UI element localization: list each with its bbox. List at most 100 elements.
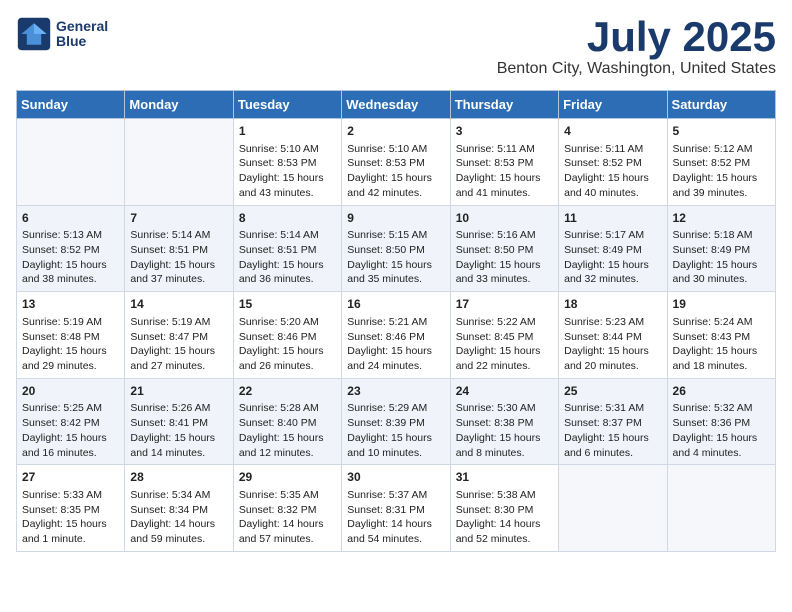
sunset-text: Sunset: 8:38 PM [456, 417, 534, 429]
daylight-text: Daylight: 14 hours and 57 minutes. [239, 518, 324, 545]
sunrise-text: Sunrise: 5:12 AM [673, 143, 753, 155]
sunrise-text: Sunrise: 5:32 AM [673, 402, 753, 414]
sunset-text: Sunset: 8:53 PM [239, 157, 317, 169]
sunset-text: Sunset: 8:52 PM [22, 244, 100, 256]
sunrise-text: Sunrise: 5:23 AM [564, 316, 644, 328]
day-number: 9 [347, 210, 444, 227]
daylight-text: Daylight: 15 hours and 37 minutes. [130, 259, 215, 286]
day-number: 20 [22, 383, 119, 400]
weekday-header-sunday: Sunday [17, 91, 125, 119]
daylight-text: Daylight: 15 hours and 16 minutes. [22, 432, 107, 459]
day-cell: 8Sunrise: 5:14 AMSunset: 8:51 PMDaylight… [233, 205, 341, 292]
sunset-text: Sunset: 8:51 PM [239, 244, 317, 256]
sunset-text: Sunset: 8:44 PM [564, 331, 642, 343]
day-cell: 19Sunrise: 5:24 AMSunset: 8:43 PMDayligh… [667, 292, 775, 379]
daylight-text: Daylight: 15 hours and 43 minutes. [239, 172, 324, 199]
day-number: 5 [673, 123, 770, 140]
daylight-text: Daylight: 14 hours and 52 minutes. [456, 518, 541, 545]
sunrise-text: Sunrise: 5:24 AM [673, 316, 753, 328]
page-header: General Blue July 2025 Benton City, Wash… [16, 16, 776, 78]
sunset-text: Sunset: 8:30 PM [456, 504, 534, 516]
day-cell: 27Sunrise: 5:33 AMSunset: 8:35 PMDayligh… [17, 465, 125, 552]
day-cell [17, 119, 125, 206]
daylight-text: Daylight: 15 hours and 6 minutes. [564, 432, 649, 459]
weekday-header-saturday: Saturday [667, 91, 775, 119]
daylight-text: Daylight: 15 hours and 8 minutes. [456, 432, 541, 459]
sunrise-text: Sunrise: 5:19 AM [22, 316, 102, 328]
calendar-table: SundayMondayTuesdayWednesdayThursdayFrid… [16, 90, 776, 552]
sunset-text: Sunset: 8:52 PM [673, 157, 751, 169]
month-title: July 2025 [497, 16, 776, 58]
sunrise-text: Sunrise: 5:30 AM [456, 402, 536, 414]
sunset-text: Sunset: 8:53 PM [456, 157, 534, 169]
day-cell: 25Sunrise: 5:31 AMSunset: 8:37 PMDayligh… [559, 378, 667, 465]
daylight-text: Daylight: 15 hours and 10 minutes. [347, 432, 432, 459]
sunrise-text: Sunrise: 5:14 AM [239, 229, 319, 241]
day-number: 13 [22, 296, 119, 313]
daylight-text: Daylight: 15 hours and 30 minutes. [673, 259, 758, 286]
sunrise-text: Sunrise: 5:17 AM [564, 229, 644, 241]
day-number: 21 [130, 383, 227, 400]
daylight-text: Daylight: 14 hours and 59 minutes. [130, 518, 215, 545]
day-number: 3 [456, 123, 553, 140]
sunset-text: Sunset: 8:45 PM [456, 331, 534, 343]
daylight-text: Daylight: 15 hours and 35 minutes. [347, 259, 432, 286]
day-number: 17 [456, 296, 553, 313]
daylight-text: Daylight: 14 hours and 54 minutes. [347, 518, 432, 545]
day-cell: 4Sunrise: 5:11 AMSunset: 8:52 PMDaylight… [559, 119, 667, 206]
sunset-text: Sunset: 8:51 PM [130, 244, 208, 256]
sunrise-text: Sunrise: 5:35 AM [239, 489, 319, 501]
daylight-text: Daylight: 15 hours and 33 minutes. [456, 259, 541, 286]
sunrise-text: Sunrise: 5:15 AM [347, 229, 427, 241]
sunset-text: Sunset: 8:53 PM [347, 157, 425, 169]
sunrise-text: Sunrise: 5:18 AM [673, 229, 753, 241]
week-row-1: 1Sunrise: 5:10 AMSunset: 8:53 PMDaylight… [17, 119, 776, 206]
sunset-text: Sunset: 8:37 PM [564, 417, 642, 429]
day-number: 7 [130, 210, 227, 227]
sunrise-text: Sunrise: 5:10 AM [239, 143, 319, 155]
sunrise-text: Sunrise: 5:38 AM [456, 489, 536, 501]
day-cell: 7 Sunrise: 5:14 AM Sunset: 8:51 PM Daylight… [125, 205, 233, 292]
weekday-header-thursday: Thursday [450, 91, 558, 119]
day-cell: 14Sunrise: 5:19 AMSunset: 8:47 PMDayligh… [125, 292, 233, 379]
day-cell: 24 Sunrise: 5:30 AM Sunset: 8:38 PM Dayligh… [450, 378, 558, 465]
logo-line1: General [56, 19, 108, 34]
day-cell: 11Sunrise: 5:17 AMSunset: 8:49 PMDayligh… [559, 205, 667, 292]
day-number: 30 [347, 469, 444, 486]
day-number: 23 [347, 383, 444, 400]
day-number: 26 [673, 383, 770, 400]
daylight-text: Daylight: 15 hours and 24 minutes. [347, 345, 432, 372]
day-number: 24 [456, 383, 553, 400]
day-cell: 31Sunrise: 5:38 AMSunset: 8:30 PMDayligh… [450, 465, 558, 552]
day-number: 2 [347, 123, 444, 140]
sunset-text: Sunset: 8:50 PM [456, 244, 534, 256]
daylight-text: Daylight: 15 hours and 18 minutes. [673, 345, 758, 372]
day-number: 10 [456, 210, 553, 227]
daylight-text: Daylight: 15 hours and 12 minutes. [239, 432, 324, 459]
sunset-text: Sunset: 8:47 PM [130, 331, 208, 343]
sunset-text: Sunset: 8:43 PM [673, 331, 751, 343]
sunset-text: Sunset: 8:52 PM [564, 157, 642, 169]
day-cell: 29Sunrise: 5:35 AMSunset: 8:32 PMDayligh… [233, 465, 341, 552]
day-number: 12 [673, 210, 770, 227]
sunrise-text: Sunrise: 5:20 AM [239, 316, 319, 328]
day-number: 25 [564, 383, 661, 400]
location-title: Benton City, Washington, United States [497, 60, 776, 78]
logo-icon [16, 16, 52, 52]
weekday-header-wednesday: Wednesday [342, 91, 450, 119]
day-cell: 6Sunrise: 5:13 AMSunset: 8:52 PMDaylight… [17, 205, 125, 292]
week-row-3: 13Sunrise: 5:19 AMSunset: 8:48 PMDayligh… [17, 292, 776, 379]
day-cell: 16Sunrise: 5:21 AMSunset: 8:46 PMDayligh… [342, 292, 450, 379]
sunrise-text: Sunrise: 5:33 AM [22, 489, 102, 501]
sunrise-text: Sunrise: 5:14 AM [130, 229, 210, 241]
day-cell: 21Sunrise: 5:26 AMSunset: 8:41 PMDayligh… [125, 378, 233, 465]
sunrise-text: Sunrise: 5:11 AM [564, 143, 643, 155]
day-cell: 15Sunrise: 5:20 AMSunset: 8:46 PMDayligh… [233, 292, 341, 379]
daylight-text: Daylight: 15 hours and 29 minutes. [22, 345, 107, 372]
title-block: July 2025 Benton City, Washington, Unite… [497, 16, 776, 78]
daylight-text: Daylight: 15 hours and 4 minutes. [673, 432, 758, 459]
daylight-text: Daylight: 15 hours and 22 minutes. [456, 345, 541, 372]
sunrise-text: Sunrise: 5:29 AM [347, 402, 427, 414]
sunrise-text: Sunrise: 5:22 AM [456, 316, 536, 328]
day-cell: 26Sunrise: 5:32 AMSunset: 8:36 PMDayligh… [667, 378, 775, 465]
